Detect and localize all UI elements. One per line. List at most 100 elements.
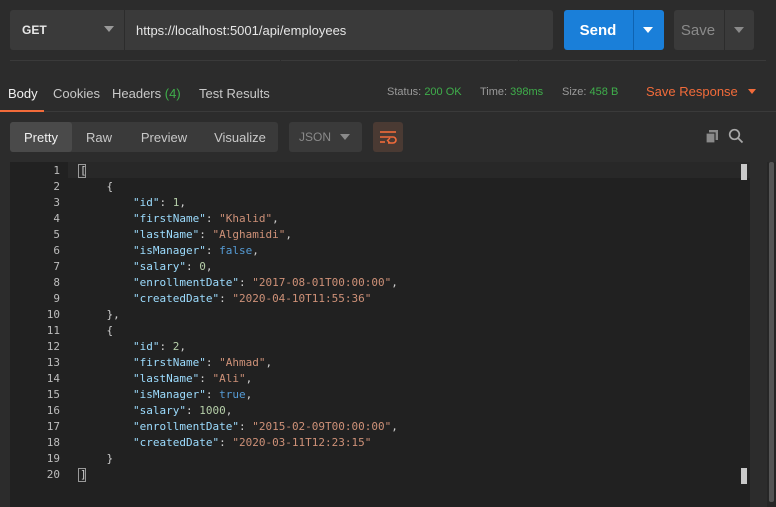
status-info: Status: 200 OK: [387, 86, 462, 98]
line-number: 18: [46, 436, 60, 449]
code-line: "lastName": "Alghamidi",: [132, 228, 292, 241]
send-button[interactable]: Send: [564, 10, 664, 50]
size-info: Size: 458 B: [562, 86, 618, 98]
format-type-value: JSON: [299, 130, 332, 144]
bracket-match-marker: [78, 468, 86, 482]
divider: [281, 60, 518, 61]
size-value[interactable]: 458 B: [590, 86, 619, 98]
tab-headers[interactable]: Headers (4): [112, 86, 181, 101]
save-label: Save: [680, 21, 716, 39]
line-number: 1: [53, 164, 60, 177]
line-number: 6: [53, 244, 60, 257]
time-info: Time: 398ms: [480, 86, 543, 98]
vertical-scrollbar[interactable]: [767, 162, 776, 507]
format-tab-label: Pretty: [24, 129, 58, 145]
response-body[interactable]: 1[2 {3 "id": 1, 4 "firstName": "Khalid", 5…: [10, 162, 750, 507]
save-response-label: Save Response: [646, 84, 738, 99]
send-options-chevron-icon[interactable]: [643, 27, 653, 33]
code-line: "id": 1,: [132, 196, 186, 209]
format-tab-label: Raw: [85, 129, 112, 145]
line-number: 20: [46, 468, 60, 481]
code-line: {: [80, 180, 114, 193]
size-label: Size:: [562, 86, 587, 98]
chevron-down-icon: [747, 89, 756, 94]
active-tab-indicator: [0, 110, 44, 112]
code-line: "salary": 0,: [132, 260, 213, 273]
line-number: 8: [53, 276, 60, 289]
send-label: Send: [579, 21, 617, 39]
line-number: 14: [46, 372, 60, 385]
time-label: Time:: [480, 86, 508, 98]
code-line: "createdDate": "2020-04-10T11:55:36": [132, 292, 372, 305]
save-divider: [724, 10, 725, 50]
line-number: 15: [46, 388, 60, 401]
code-line: "isManager": false,: [132, 244, 259, 257]
chevron-down-icon: [340, 134, 350, 140]
chevron-down-icon: [104, 26, 114, 32]
method-label: GET: [22, 23, 47, 37]
code-line: "lastName": "Ali",: [132, 372, 253, 385]
line-number: 3: [53, 196, 60, 209]
tab-label: Test Results: [199, 86, 270, 101]
tab-test-results[interactable]: Test Results: [199, 86, 270, 101]
tab-body[interactable]: Body: [8, 86, 38, 101]
copy-icon: [705, 130, 718, 144]
response-tabs: Body Cookies Headers (4) Test Results St…: [0, 74, 776, 112]
save-response-button[interactable]: Save Response: [646, 84, 756, 99]
code-line: "enrollmentDate": "2015-02-09T00:00:00",: [132, 420, 398, 433]
copy-button[interactable]: [702, 126, 722, 146]
line-number: 4: [53, 212, 60, 225]
line-number: 19: [46, 452, 60, 465]
line-number: 9: [53, 292, 60, 305]
line-number: 13: [46, 356, 60, 369]
time-value[interactable]: 398ms: [510, 86, 543, 98]
tab-label: Cookies: [53, 86, 100, 101]
line-number: 16: [46, 404, 60, 417]
url-input[interactable]: https://localhost:5001/api/employees: [125, 10, 553, 50]
format-tab-visualize[interactable]: Visualize: [202, 122, 278, 152]
tab-label: Body: [8, 86, 38, 101]
format-tab-label: Visualize: [214, 129, 266, 145]
current-line-highlight: [68, 162, 750, 178]
save-options-chevron-icon[interactable]: [734, 27, 744, 33]
format-tabs: Pretty Raw Preview Visualize: [10, 122, 278, 152]
code-line: },: [80, 308, 120, 321]
code-line: }: [80, 452, 114, 465]
url-value: https://localhost:5001/api/employees: [136, 22, 347, 38]
headers-count: (4): [164, 86, 181, 101]
divider: [519, 60, 766, 61]
method-select[interactable]: GET: [10, 10, 124, 50]
format-type-select[interactable]: JSON: [289, 122, 362, 152]
code-line: "createdDate": "2020-03-11T12:23:15": [132, 436, 372, 449]
save-button[interactable]: Save: [674, 10, 754, 50]
line-number: 11: [46, 324, 60, 337]
wrap-lines-button[interactable]: [373, 122, 403, 152]
wrap-lines-icon: [380, 131, 397, 144]
code-line: "id": 2,: [132, 340, 186, 353]
format-tab-label: Preview: [140, 129, 188, 145]
scrollbar-thumb[interactable]: [769, 162, 774, 502]
search-button[interactable]: [726, 126, 746, 146]
line-number: 17: [46, 420, 60, 433]
tab-cookies[interactable]: Cookies: [53, 86, 100, 101]
scroll-marker: [741, 164, 747, 180]
status-label: Status:: [387, 86, 422, 98]
line-number: 10: [46, 308, 60, 321]
line-number: 2: [53, 180, 60, 193]
line-number: 5: [53, 228, 60, 241]
line-number: 12: [46, 340, 60, 353]
format-tab-pretty[interactable]: Pretty: [10, 122, 72, 152]
tab-label: Headers: [112, 86, 162, 101]
format-tab-preview[interactable]: Preview: [126, 122, 202, 152]
status-value[interactable]: 200 OK: [424, 86, 461, 98]
code-line: "enrollmentDate": "2017-08-01T00:00:00",: [132, 276, 398, 289]
scroll-marker: [741, 468, 747, 484]
bracket-match-marker: [78, 164, 86, 178]
code-line: "isManager": true,: [132, 388, 253, 401]
search-icon: [728, 128, 744, 144]
format-tab-raw[interactable]: Raw: [72, 122, 126, 152]
send-divider: [633, 10, 634, 50]
divider: [10, 60, 280, 61]
code-line: "firstName": "Ahmad",: [132, 356, 273, 369]
request-bar: GET https://localhost:5001/api/employees…: [0, 0, 776, 62]
